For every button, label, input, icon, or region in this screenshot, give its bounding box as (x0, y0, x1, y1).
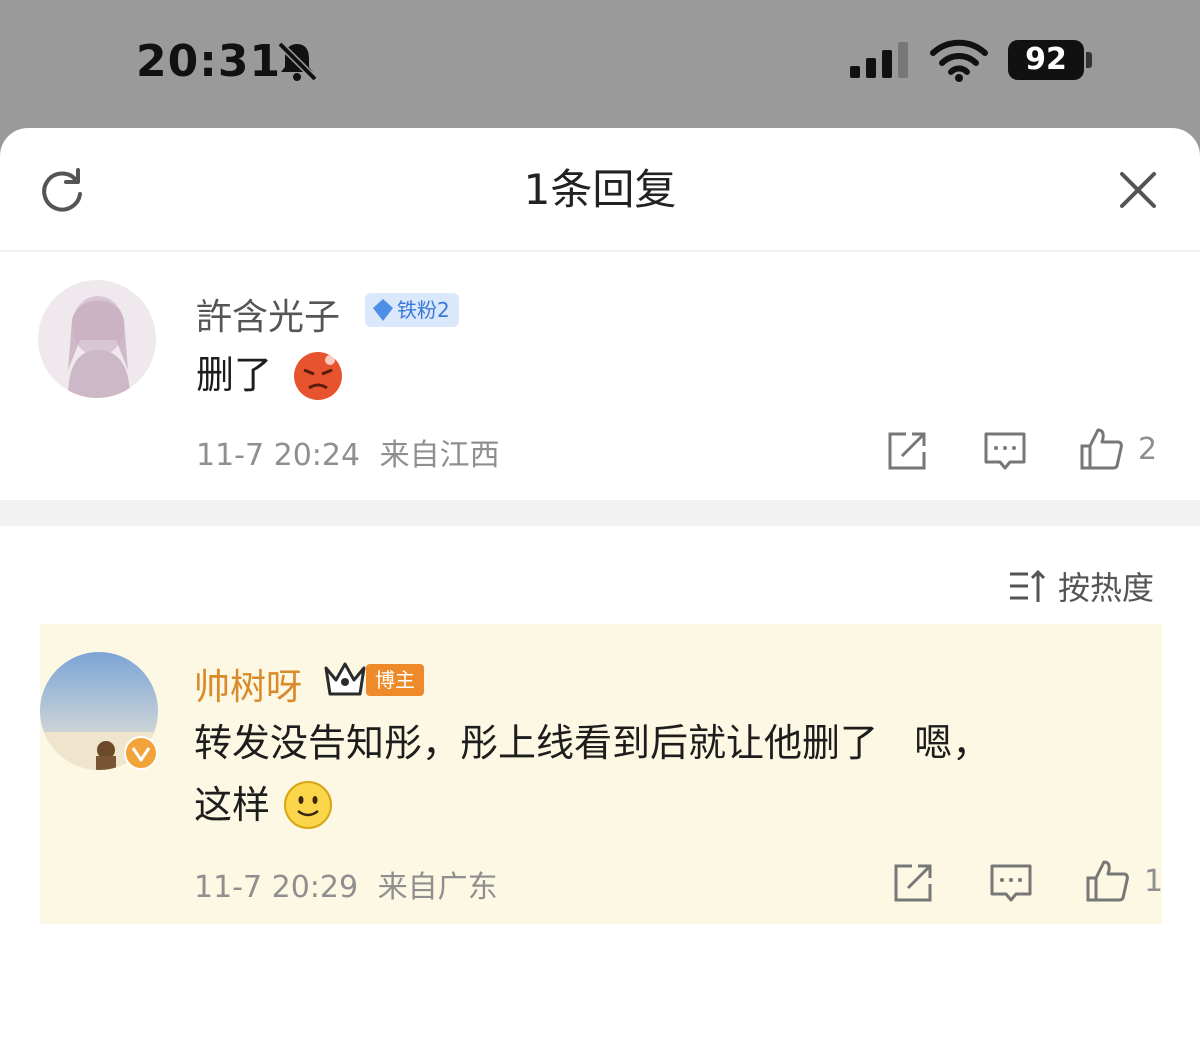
sort-label: 按热度 (1058, 569, 1155, 607)
wifi-icon (930, 39, 988, 82)
like-count: 2 (1138, 432, 1158, 467)
crown-icon (324, 662, 366, 696)
share-icon[interactable] (884, 428, 930, 474)
reply-location: 来自广东 (377, 870, 498, 905)
comment-text: 删了 (196, 353, 273, 397)
like-icon[interactable] (1084, 858, 1130, 904)
fan-badge: 铁粉2 (365, 293, 459, 327)
reply-meta: 11-7 20:29 来自广东 (194, 862, 498, 906)
comment-location: 来自江西 (379, 438, 500, 473)
sheet-title: 1条回复 (523, 165, 677, 214)
comment-icon[interactable] (988, 860, 1034, 906)
reply-sheet: 1条回复 許含光子 铁粉2 删了 11-7 20:24 来自江西 2 按热度 帅… (0, 128, 1200, 1064)
status-time: 20:31 (136, 36, 282, 87)
close-icon[interactable] (1116, 168, 1160, 212)
comment-meta: 11-7 20:24 来自江西 (196, 430, 500, 474)
reply-text-line2-row: 这样 (194, 774, 1154, 836)
share-icon[interactable] (890, 860, 936, 906)
avatar[interactable] (38, 280, 156, 398)
battery-nub (1086, 52, 1092, 68)
signal-icon (850, 42, 908, 78)
reply-text-line1: 转发没告知彤，彤上线看到后就让他删了 嗯， (194, 721, 991, 765)
verified-icon (124, 736, 158, 770)
host-badge-label: 博主 (375, 668, 415, 692)
comment-username[interactable]: 許含光子 (196, 288, 340, 340)
diamond-icon (373, 299, 393, 321)
fan-badge-label: 铁粉2 (397, 298, 450, 322)
status-bar: 20:31 92 (0, 0, 1200, 128)
reply-username[interactable]: 帅树呀 (194, 658, 302, 710)
like-icon[interactable] (1078, 426, 1124, 472)
like-count: 1 (1144, 864, 1164, 899)
angry-face-emoji (294, 352, 342, 400)
host-badge: 博主 (366, 664, 424, 696)
smile-face-emoji (284, 781, 333, 829)
reply-text-line2: 这样 (194, 783, 271, 827)
comment-icon[interactable] (982, 428, 1028, 474)
battery-level: 92 (1025, 42, 1067, 77)
section-divider (0, 500, 1200, 526)
sort-toggle[interactable]: 按热度 (1008, 564, 1154, 608)
bell-muted-icon (277, 41, 318, 82)
reply-text: 转发没告知彤，彤上线看到后就让他删了 嗯， 这样 (194, 712, 1154, 836)
reply-time: 11-7 20:29 (194, 870, 359, 905)
battery-icon: 92 (1008, 40, 1084, 80)
comment-time: 11-7 20:24 (196, 438, 361, 473)
sheet-header: 1条回复 (0, 128, 1200, 252)
sort-icon (1010, 569, 1046, 602)
